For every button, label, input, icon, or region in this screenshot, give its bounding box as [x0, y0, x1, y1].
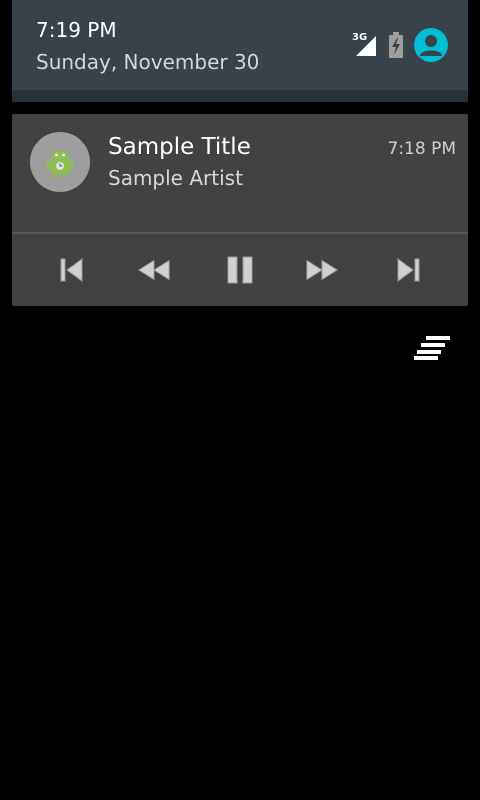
fast-forward-icon	[306, 259, 339, 281]
previous-button[interactable]	[54, 252, 90, 288]
notification-shade-header: 7:19 PM Sunday, November 30 3G	[12, 0, 468, 102]
status-icons: 3G	[352, 28, 448, 62]
rewind-button[interactable]	[136, 252, 172, 288]
media-controls	[12, 234, 468, 306]
skip-next-icon	[397, 258, 420, 282]
pause-icon	[227, 256, 253, 284]
notification-title: Sample Title	[108, 134, 251, 160]
next-button[interactable]	[390, 252, 426, 288]
header-time: 7:19 PM	[36, 18, 117, 42]
notification-time: 7:18 PM	[387, 139, 457, 159]
notification-artist: Sample Artist	[108, 166, 243, 190]
fast-forward-button[interactable]	[304, 252, 340, 288]
notification-menu-icon[interactable]	[412, 334, 452, 362]
media-notification-card[interactable]: Sample Title Sample Artist 7:18 PM	[12, 114, 468, 306]
android-robot-icon	[30, 132, 90, 192]
user-account-icon[interactable]	[414, 28, 448, 62]
rewind-icon	[137, 259, 170, 281]
header-date[interactable]: Sunday, November 30	[36, 49, 259, 75]
pause-button[interactable]	[222, 252, 258, 288]
signal-3g-icon: 3G	[352, 32, 378, 58]
header-bottom-band	[12, 90, 468, 102]
battery-charging-icon	[388, 32, 404, 58]
skip-previous-icon	[60, 258, 83, 282]
